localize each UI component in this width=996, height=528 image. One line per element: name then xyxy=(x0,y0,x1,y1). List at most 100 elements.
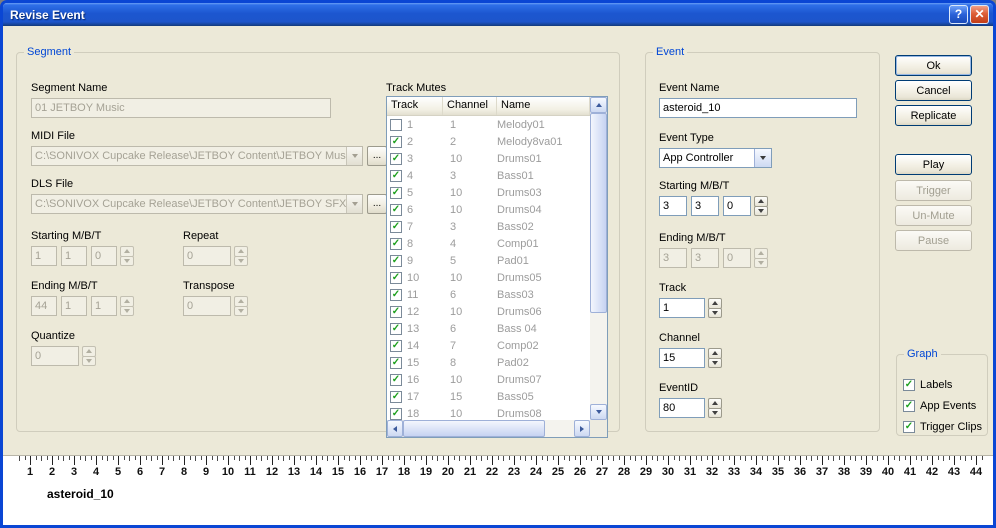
ruler-beat-1[interactable]: 1 xyxy=(19,456,41,482)
ruler-beat-41[interactable]: 41 xyxy=(899,456,921,482)
ruler-beat-35[interactable]: 35 xyxy=(767,456,789,482)
mute-checkbox-checked[interactable]: ✓ xyxy=(390,187,402,199)
ruler-beat-22[interactable]: 22 xyxy=(481,456,503,482)
spinner-up-icon[interactable] xyxy=(708,398,722,409)
spinner-up-icon[interactable] xyxy=(708,348,722,359)
ruler-beat-29[interactable]: 29 xyxy=(635,456,657,482)
event-start-spinner[interactable] xyxy=(754,196,768,216)
mute-checkbox-checked[interactable]: ✓ xyxy=(390,204,402,216)
timeline-ruler[interactable]: 1234567891011121314151617181920212223242… xyxy=(19,456,987,482)
ruler-beat-27[interactable]: 27 xyxy=(591,456,613,482)
ruler-beat-40[interactable]: 40 xyxy=(877,456,899,482)
mute-checkbox-checked[interactable]: ✓ xyxy=(390,357,402,369)
ruler-beat-15[interactable]: 15 xyxy=(327,456,349,482)
track-mute-row[interactable]: ✓1210Drums06 xyxy=(387,303,590,320)
channel-spinner[interactable] xyxy=(708,348,722,368)
column-header-channel[interactable]: Channel xyxy=(443,97,497,115)
scroll-track[interactable] xyxy=(590,313,607,404)
scroll-left-button[interactable] xyxy=(387,420,403,437)
ruler-beat-5[interactable]: 5 xyxy=(107,456,129,482)
ruler-beat-18[interactable]: 18 xyxy=(393,456,415,482)
spinner-up-icon[interactable] xyxy=(754,196,768,207)
ruler-beat-28[interactable]: 28 xyxy=(613,456,635,482)
ruler-beat-25[interactable]: 25 xyxy=(547,456,569,482)
title-bar[interactable]: Revise Event ? ✕ xyxy=(3,3,993,26)
ruler-beat-36[interactable]: 36 xyxy=(789,456,811,482)
ruler-beat-13[interactable]: 13 xyxy=(283,456,305,482)
ruler-beat-7[interactable]: 7 xyxy=(151,456,173,482)
track-mute-row[interactable]: ✓84Comp01 xyxy=(387,235,590,252)
event-id-spinner[interactable] xyxy=(708,398,722,418)
channel-input[interactable] xyxy=(659,348,705,368)
ruler-beat-2[interactable]: 2 xyxy=(41,456,63,482)
track-mute-row[interactable]: ✓310Drums01 xyxy=(387,150,590,167)
close-button[interactable]: ✕ xyxy=(970,5,989,24)
graph-option-trigger-clips[interactable]: ✓Trigger Clips xyxy=(903,416,985,437)
track-mute-row[interactable]: ✓510Drums03 xyxy=(387,184,590,201)
mute-checkbox-checked[interactable]: ✓ xyxy=(390,408,402,420)
ruler-beat-42[interactable]: 42 xyxy=(921,456,943,482)
track-mute-row[interactable]: ✓95Pad01 xyxy=(387,252,590,269)
track-mute-row[interactable]: ✓158Pad02 xyxy=(387,354,590,371)
ruler-beat-37[interactable]: 37 xyxy=(811,456,833,482)
spinner-down-icon[interactable] xyxy=(708,408,722,419)
ruler-beat-30[interactable]: 30 xyxy=(657,456,679,482)
event-id-input[interactable] xyxy=(659,398,705,418)
vertical-scroll-thumb[interactable] xyxy=(590,113,607,313)
cancel-button[interactable]: Cancel xyxy=(895,80,972,101)
track-input[interactable] xyxy=(659,298,705,318)
ruler-beat-9[interactable]: 9 xyxy=(195,456,217,482)
dls-file-browse-button[interactable]: ... xyxy=(367,194,387,214)
track-mute-row[interactable]: ✓43Bass01 xyxy=(387,167,590,184)
checkbox[interactable]: ✓ xyxy=(903,400,915,412)
ruler-beat-11[interactable]: 11 xyxy=(239,456,261,482)
checkbox[interactable]: ✓ xyxy=(903,421,915,433)
track-mute-row[interactable]: ✓22Melody8va01 xyxy=(387,133,590,150)
ruler-beat-16[interactable]: 16 xyxy=(349,456,371,482)
ruler-beat-19[interactable]: 19 xyxy=(415,456,437,482)
spinner-down-icon[interactable] xyxy=(754,206,768,217)
spinner-down-icon[interactable] xyxy=(708,308,722,319)
track-mute-row[interactable]: ✓73Bass02 xyxy=(387,218,590,235)
track-mute-row[interactable]: ✓610Drums04 xyxy=(387,201,590,218)
ruler-beat-44[interactable]: 44 xyxy=(965,456,987,482)
column-header-name[interactable]: Name xyxy=(497,97,590,115)
track-mute-row[interactable]: ✓1610Drums07 xyxy=(387,371,590,388)
timeline[interactable]: 1234567891011121314151617181920212223242… xyxy=(3,455,993,525)
ruler-beat-8[interactable]: 8 xyxy=(173,456,195,482)
graph-option-app-events[interactable]: ✓App Events xyxy=(903,395,985,416)
timeline-event-label[interactable]: asteroid_10 xyxy=(47,487,114,501)
spinner-up-icon[interactable] xyxy=(708,298,722,309)
ruler-beat-4[interactable]: 4 xyxy=(85,456,107,482)
mute-checkbox-checked[interactable]: ✓ xyxy=(390,323,402,335)
mute-checkbox-checked[interactable]: ✓ xyxy=(390,170,402,182)
mute-checkbox-checked[interactable]: ✓ xyxy=(390,391,402,403)
ok-button[interactable]: Ok xyxy=(895,55,972,76)
help-button[interactable]: ? xyxy=(949,5,968,24)
ruler-beat-32[interactable]: 32 xyxy=(701,456,723,482)
horizontal-scroll-thumb[interactable] xyxy=(403,420,545,437)
track-mute-row[interactable]: 11Melody01 xyxy=(387,116,590,133)
ruler-beat-3[interactable]: 3 xyxy=(63,456,85,482)
dropdown-arrow-icon[interactable] xyxy=(754,149,771,167)
event-type-select[interactable]: App Controller xyxy=(659,148,772,168)
ruler-beat-24[interactable]: 24 xyxy=(525,456,547,482)
event-start-tick-input[interactable] xyxy=(723,196,751,216)
ruler-beat-21[interactable]: 21 xyxy=(459,456,481,482)
track-mute-row[interactable]: ✓136Bass 04 xyxy=(387,320,590,337)
track-mute-row[interactable]: ✓1010Drums05 xyxy=(387,269,590,286)
mute-checkbox-checked[interactable]: ✓ xyxy=(390,238,402,250)
ruler-beat-17[interactable]: 17 xyxy=(371,456,393,482)
mute-checkbox-unchecked[interactable] xyxy=(390,119,402,131)
mute-checkbox-checked[interactable]: ✓ xyxy=(390,272,402,284)
ruler-beat-23[interactable]: 23 xyxy=(503,456,525,482)
midi-file-browse-button[interactable]: ... xyxy=(367,146,387,166)
track-mute-row[interactable]: ✓116Bass03 xyxy=(387,286,590,303)
event-start-beat-input[interactable] xyxy=(691,196,719,216)
mute-checkbox-checked[interactable]: ✓ xyxy=(390,136,402,148)
ruler-beat-12[interactable]: 12 xyxy=(261,456,283,482)
mute-checkbox-checked[interactable]: ✓ xyxy=(390,221,402,233)
scroll-up-button[interactable] xyxy=(590,97,607,113)
ruler-beat-33[interactable]: 33 xyxy=(723,456,745,482)
graph-option-labels[interactable]: ✓Labels xyxy=(903,374,985,395)
